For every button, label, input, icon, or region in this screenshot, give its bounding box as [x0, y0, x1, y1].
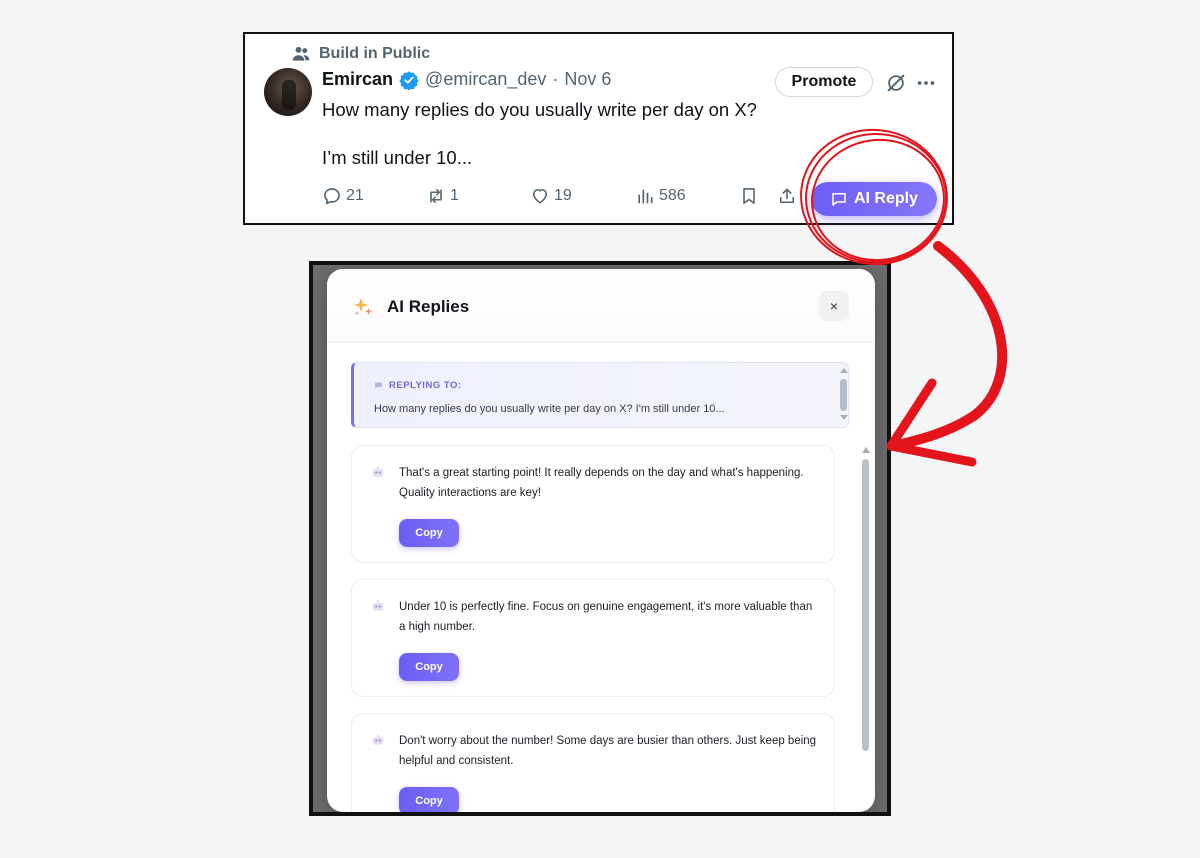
views-icon — [638, 189, 653, 204]
modal-scrollbar[interactable] — [860, 445, 872, 805]
views-action[interactable]: 586 — [635, 186, 686, 206]
bot-icon — [372, 600, 384, 611]
replying-to-text: How many replies do you usually write pe… — [374, 403, 725, 415]
reply-text: Don't worry about the number! Some days … — [399, 735, 817, 767]
social-context-label: Build in Public — [319, 45, 431, 62]
reply-suggestion-card: That's a great starting point! It really… — [351, 445, 835, 563]
replying-to-scrollbar[interactable] — [838, 365, 850, 425]
ai-reply-label: AI Reply — [853, 190, 918, 207]
reply-suggestion-card: Under 10 is perfectly fine. Focus on gen… — [351, 579, 835, 697]
author-name[interactable]: Emircan — [322, 69, 393, 90]
like-action[interactable]: 19 — [530, 186, 572, 206]
repost-count: 1 — [450, 187, 459, 204]
close-button[interactable]: × — [819, 291, 849, 321]
like-count: 19 — [554, 187, 572, 204]
repost-icon — [430, 188, 442, 204]
reply-text: Under 10 is perfectly fine. Focus on gen… — [399, 601, 813, 633]
reply-suggestion-card: Don't worry about the number! Some days … — [351, 713, 835, 812]
share-action[interactable] — [777, 186, 797, 206]
views-count: 586 — [659, 187, 686, 204]
bot-icon — [372, 734, 384, 745]
replying-to-box: REPLYING TO: How many replies do you usu… — [351, 362, 849, 428]
tweet-text: How many replies do you usually write pe… — [322, 99, 757, 168]
reply-action[interactable]: 21 — [322, 186, 364, 206]
tweet-date[interactable]: Nov 6 — [564, 69, 611, 90]
reply-icon — [324, 188, 340, 205]
bookmark-icon — [743, 188, 755, 204]
repost-action[interactable]: 1 — [426, 186, 459, 206]
copy-button[interactable]: Copy — [399, 653, 459, 681]
chat-bubble-icon — [375, 382, 382, 389]
author-handle[interactable]: @emircan_dev — [425, 69, 546, 90]
community-icon — [292, 46, 310, 61]
copy-button[interactable]: Copy — [399, 519, 459, 547]
copy-button[interactable]: Copy — [399, 787, 459, 812]
reply-text: That's a great starting point! It really… — [399, 467, 804, 499]
share-icon — [779, 188, 795, 204]
annotation-arrow — [888, 241, 1008, 451]
sparkle-icon — [354, 298, 372, 316]
reply-count: 21 — [346, 187, 364, 204]
grok-icon[interactable] — [885, 72, 907, 94]
modal-title: AI Replies — [387, 297, 470, 316]
scroll-up-arrow[interactable] — [840, 368, 848, 373]
modal-header: AI Replies × — [327, 269, 875, 343]
tweet-card[interactable]: Build in Public Emircan @emircan_dev · N… — [243, 32, 954, 225]
separator: · — [552, 69, 559, 89]
ai-replies-modal: AI Replies × REPLYING TO: How many repli… — [327, 269, 875, 812]
like-icon — [532, 188, 548, 204]
tweet-header: Emircan @emircan_dev · Nov 6 — [322, 69, 611, 90]
avatar[interactable] — [264, 68, 312, 116]
more-icon[interactable] — [915, 72, 937, 94]
promote-button[interactable]: Promote — [775, 67, 873, 97]
modal-screenshot-frame: AI Replies × REPLYING TO: How many repli… — [309, 261, 891, 816]
scroll-up-arrow[interactable] — [862, 447, 870, 453]
ai-chat-icon — [832, 193, 846, 206]
social-context[interactable]: Build in Public — [291, 44, 430, 64]
replying-to-label: REPLYING TO: — [389, 380, 462, 391]
scrollbar-thumb[interactable] — [840, 379, 847, 411]
ai-reply-button[interactable]: AI Reply — [811, 182, 937, 216]
bookmark-action[interactable] — [739, 186, 759, 206]
verified-badge-icon — [399, 70, 419, 90]
bot-icon — [372, 466, 384, 477]
annotation-arrowhead — [886, 378, 977, 467]
scroll-down-arrow[interactable] — [840, 415, 848, 420]
scrollbar-thumb[interactable] — [862, 459, 869, 751]
replying-to-header: REPLYING TO: — [374, 380, 462, 391]
